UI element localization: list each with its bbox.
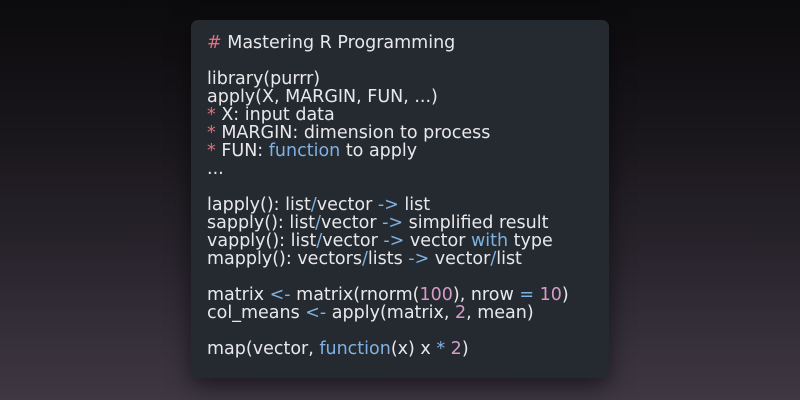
arg-fun-rest: to apply [340,141,418,161]
vapply-text: vapply(): list [207,231,317,251]
arrow-operator: -> [408,249,430,269]
arg-x-text: X: input data [215,105,335,125]
col-means-var: col_means [207,303,306,323]
mapply-text-b: lists [367,249,409,269]
library-call: library(purrr) [207,69,321,89]
code-title-line: # Mastering R Programming [207,34,609,52]
code-line-lapply: lapply(): list/vector -> list [207,196,609,214]
equals-operator: = [519,285,534,305]
code-line-sapply: sapply(): list/vector -> simplified resu… [207,214,609,232]
multiply-operator: * [436,339,446,359]
vapply-text-b: vector [322,231,384,251]
function-keyword: function [319,339,391,359]
arrow-operator: -> [377,195,399,215]
matrix-call-b: ), nrow [452,285,520,305]
code-snippet-card: # Mastering R Programming library(purrr)… [191,20,609,378]
code-line-col-means: col_means <- apply(matrix, 2, mean) [207,304,609,322]
number-literal: 2 [454,303,467,323]
apply-signature: apply(X, MARGIN, FUN, ...) [207,87,438,107]
code-line-mapply: mapply(): vectors/lists -> vector/list [207,250,609,268]
map-call: map(vector, [207,339,320,359]
close-paren: ) [561,285,569,305]
sapply-text-b: vector [321,213,383,233]
arrow-operator: -> [383,231,405,251]
matrix-var: matrix [207,285,270,305]
code-line-map: map(vector, function(x) x * 2) [207,340,609,358]
sapply-text: sapply(): list [207,213,316,233]
code-title-text: Mastering R Programming [221,33,456,53]
bullet-star: * [207,141,216,161]
function-keyword: function [268,141,341,161]
close-paren: ) [461,339,469,359]
lapply-text-b: vector [316,195,378,215]
arrow-operator: -> [382,213,404,233]
code-line-arg-margin: * MARGIN: dimension to process [207,124,609,142]
arg-fun-text: FUN: [215,141,269,161]
with-keyword: with [470,231,509,251]
mapply-result-list: list [496,249,522,269]
code-line-matrix-assign: matrix <- matrix(rnorm(100), nrow = 10) [207,286,609,304]
apply-call-b: , mean) [466,303,534,323]
mapply-text: mapply(): vectors [207,249,362,269]
code-line-arg-fun: * FUN: function to apply [207,142,609,160]
code-line-ellipsis: ... [207,160,609,178]
code-line-apply-signature: apply(X, MARGIN, FUN, ...) [207,88,609,106]
bullet-star: * [207,105,216,125]
code-line-library: library(purrr) [207,70,609,88]
vapply-type: type [508,231,553,251]
ellipsis: ... [207,159,224,179]
number-literal: 10 [539,285,562,305]
assign-operator: <- [305,303,327,323]
lapply-result: list [398,195,431,215]
number-literal: 100 [419,285,453,305]
map-lambda: (x) x [390,339,437,359]
number-literal: 2 [450,339,462,359]
lapply-text: lapply(): list [207,195,311,215]
code-line-arg-x: * X: input data [207,106,609,124]
code-line-vapply: vapply(): list/vector -> vector with typ… [207,232,609,250]
assign-operator: <- [269,285,291,305]
mapply-result: vector [429,249,491,269]
apply-call: apply(matrix, [326,303,455,323]
matrix-call: matrix(rnorm( [290,285,420,305]
sapply-result: simplified result [403,213,549,233]
vapply-result: vector [404,231,471,251]
comment-hash: # [207,33,222,53]
bullet-star: * [207,123,216,143]
arg-margin-text: MARGIN: dimension to process [215,123,491,143]
